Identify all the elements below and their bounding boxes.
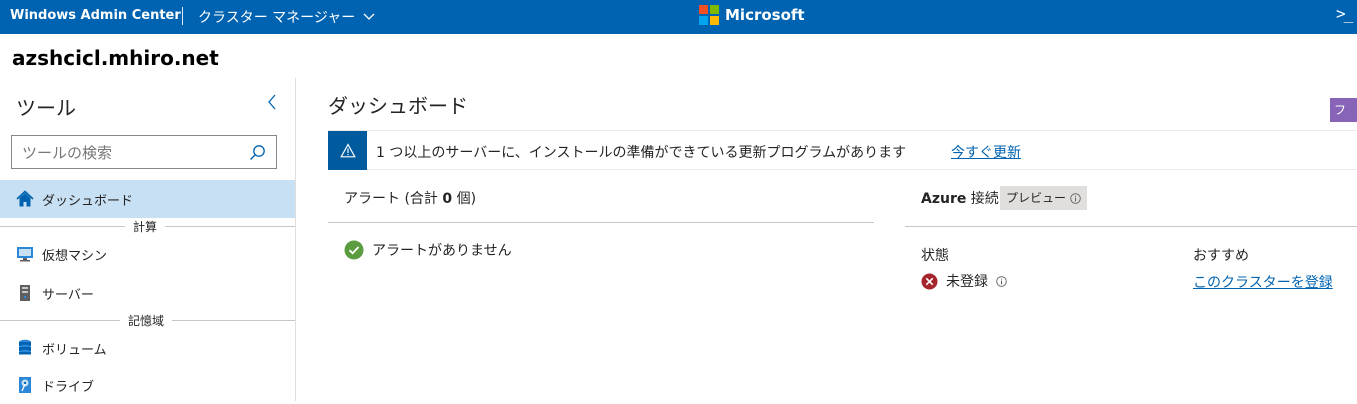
- tools-sidebar: ツール ダッシュボード 計算 仮想マシン サーバー 記憶域: [0, 78, 295, 401]
- top-bar: Windows Admin Center クラスター マネージャー Micros…: [0, 0, 1357, 34]
- server-icon: [16, 284, 34, 302]
- recommendation-heading: おすすめ: [1193, 248, 1249, 264]
- sidebar-divider: [295, 78, 296, 401]
- sidebar-item-label: サーバー: [42, 287, 94, 303]
- info-icon[interactable]: [996, 275, 1007, 287]
- sidebar-item-servers[interactable]: サーバー: [0, 274, 295, 312]
- collapse-sidebar-icon[interactable]: [267, 94, 277, 110]
- chevron-down-icon: [363, 13, 375, 20]
- check-circle-icon: [344, 240, 364, 260]
- sidebar-item-virtual-machines[interactable]: 仮想マシン: [0, 235, 295, 273]
- group-header-storage: 記憶域: [0, 313, 295, 328]
- page-title: ダッシュボード: [328, 94, 468, 118]
- terminal-icon[interactable]: >_: [1336, 4, 1353, 23]
- azure-divider: [905, 226, 1357, 227]
- banner-message: 1 つ以上のサーバーに、インストールの準備ができている更新プログラムがあります: [376, 145, 907, 161]
- connection-host-name: azshcicl.mhiro.net: [12, 46, 219, 70]
- alert-count: 0: [442, 191, 453, 207]
- alerts-divider: [328, 222, 874, 223]
- status-value: 未登録: [946, 274, 988, 290]
- manager-switcher[interactable]: クラスター マネージャー: [198, 7, 375, 27]
- update-now-link[interactable]: 今すぐ更新: [951, 142, 1021, 162]
- group-header-compute: 計算: [0, 219, 295, 234]
- alerts-heading: アラート (合計 0 個): [344, 191, 477, 207]
- drive-icon: [16, 376, 34, 394]
- sidebar-item-volumes[interactable]: ボリューム: [0, 329, 295, 367]
- register-cluster-link[interactable]: このクラスターを登録: [1193, 272, 1333, 292]
- sidebar-item-label: ボリューム: [42, 342, 107, 358]
- tool-search-box: [11, 135, 277, 169]
- group-label: 計算: [133, 220, 158, 234]
- app-title[interactable]: Windows Admin Center: [10, 8, 181, 23]
- sidebar-item-label: 仮想マシン: [42, 248, 108, 264]
- error-circle-icon: [921, 273, 938, 289]
- sidebar-title: ツール: [16, 96, 76, 120]
- virtual-machine-icon: [16, 245, 34, 263]
- volume-icon: [16, 339, 34, 357]
- tool-search-input[interactable]: [20, 142, 244, 164]
- search-icon[interactable]: [249, 144, 266, 161]
- home-icon: [16, 190, 34, 208]
- registration-status: 未登録: [921, 271, 1007, 291]
- update-notification-banner: 1 つ以上のサーバーに、インストールの準備ができている更新プログラムがあります …: [328, 130, 1357, 170]
- info-icon[interactable]: [1070, 192, 1081, 204]
- group-label: 記憶域: [128, 314, 165, 328]
- sidebar-item-label: ダッシュボード: [42, 193, 134, 209]
- sidebar-item-drives[interactable]: ドライブ: [0, 366, 295, 404]
- brand-name: Microsoft: [725, 6, 805, 24]
- preview-badge: プレビュー: [1000, 186, 1088, 210]
- microsoft-logo-icon: [699, 5, 719, 25]
- warning-icon: [328, 131, 367, 170]
- sidebar-item-dashboard[interactable]: ダッシュボード: [0, 180, 295, 218]
- preview-label: プレビュー: [1006, 191, 1067, 205]
- title-divider: [182, 7, 183, 25]
- feedback-tag[interactable]: フィ: [1330, 98, 1357, 122]
- manager-label: クラスター マネージャー: [198, 10, 356, 26]
- status-heading: 状態: [921, 248, 949, 264]
- no-alerts-message: アラートがありません: [344, 240, 512, 260]
- microsoft-brand: Microsoft: [699, 5, 805, 25]
- no-alerts-text: アラートがありません: [372, 243, 512, 259]
- sidebar-item-label: ドライブ: [42, 379, 95, 395]
- azure-connection-heading: Azure 接続: [921, 191, 999, 207]
